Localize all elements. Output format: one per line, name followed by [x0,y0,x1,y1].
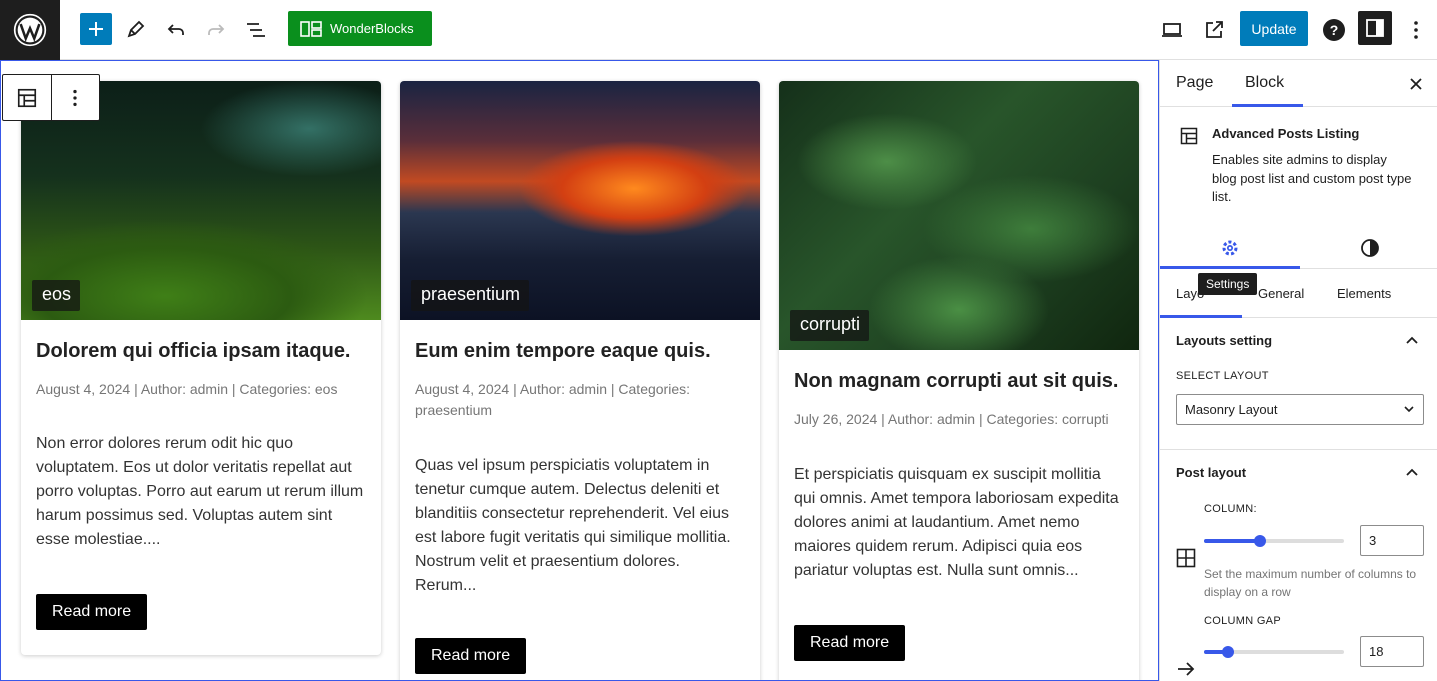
post-card: corrupti Non magnam corrupti aut sit qui… [779,81,1139,680]
wordpress-logo-icon[interactable] [0,0,60,60]
post-meta: July 26, 2024 | Author: admin | Categori… [794,411,1109,427]
styles-icon[interactable] [1358,236,1382,260]
block-inspector-tabs [1160,226,1437,269]
wonderblocks-button[interactable]: WonderBlocks [288,11,432,46]
post-meta: August 4, 2024 | Author: admin | Categor… [415,381,690,418]
close-icon[interactable] [1404,72,1428,96]
slider-thumb[interactable] [1254,535,1266,547]
block-options-button[interactable] [50,75,99,120]
wonderblocks-label: WonderBlocks [330,21,414,36]
external-view-icon [1206,21,1223,38]
column-gap-label: COLUMN GAP [1204,615,1281,627]
post-excerpt: Quas vel ipsum perspiciatis voluptatem i… [415,457,731,594]
sidebar-tabs: Page Block [1160,60,1437,107]
block-type-button[interactable] [3,75,51,120]
post-excerpt: Et perspiciatis quisquam ex suscipit mol… [794,466,1119,579]
active-tab-indicator [1232,104,1303,107]
active-tab-indicator [1160,266,1300,269]
posts-listing-icon [1180,127,1198,145]
post-meta: August 4, 2024 | Author: admin | Categor… [36,381,338,397]
layout-select[interactable]: Masonry Layout [1176,394,1424,425]
undo-button[interactable] [158,12,194,48]
chevron-down-icon [1404,406,1414,413]
redo-button[interactable] [198,12,234,48]
redo-icon [208,24,225,35]
document-overview-icon [247,23,265,37]
column-help-text: Set the maximum number of columns to dis… [1204,567,1417,599]
options-button[interactable] [1398,12,1434,48]
plus-icon [89,22,103,36]
editor-top-toolbar: WonderBlocks Update ? [0,0,1437,60]
sidebar-toggle-icon [1366,19,1384,37]
post-category-tag[interactable]: praesentium [411,280,530,311]
post-category-tag[interactable]: corrupti [790,310,870,341]
update-button[interactable]: Update [1240,11,1308,46]
tab-page[interactable]: Page [1176,74,1213,92]
post-title[interactable]: Non magnam corrupti aut sit quis. [794,369,1124,393]
tools-button[interactable] [117,12,153,48]
layout-select-value: Masonry Layout [1185,402,1278,417]
svg-text:?: ? [1330,22,1339,38]
select-layout-label: SELECT LAYOUT [1176,370,1269,382]
post-category-tag[interactable]: eos [32,280,81,311]
post-title[interactable]: Dolorem qui officia ipsam itaque. [36,339,366,363]
slider-fill [1204,539,1260,543]
post-layout-heading[interactable]: Post layout [1176,465,1246,480]
column-slider[interactable] [1204,535,1344,547]
column-count-input[interactable]: 3 [1360,525,1424,556]
post-title[interactable]: Eum enim tempore eaque quis. [415,339,745,363]
column-gap-input[interactable]: 18 [1360,636,1424,667]
chevron-up-icon[interactable] [1404,465,1420,481]
block-toolbar [2,74,100,121]
tab-block[interactable]: Block [1245,74,1284,92]
preview-button[interactable] [1154,12,1190,48]
post-excerpt: Non error dolores rerum odit hic quo vol… [36,435,364,548]
column-label: COLUMN: [1204,503,1257,515]
settings-sidebar: Page Block Advanced Posts Listing Enable… [1159,60,1437,681]
tab-elements[interactable]: Elements [1337,286,1391,301]
column-gap-slider[interactable] [1204,646,1344,658]
post-card: praesentium Eum enim tempore eaque quis.… [400,81,760,680]
divider [1160,449,1437,450]
block-title: Advanced Posts Listing [1212,126,1360,141]
read-more-button[interactable]: Read more [36,594,148,630]
editor-canvas: eos Dolorem qui officia ipsam itaque. Au… [0,60,1159,681]
arrow-right-icon [1178,662,1195,676]
chevron-up-icon[interactable] [1404,333,1420,349]
document-overview-button[interactable] [238,12,274,48]
add-block-button[interactable] [80,13,112,45]
wonderblocks-icon [300,20,322,37]
block-description: Enables site admins to display blog post… [1212,152,1412,204]
help-button[interactable]: ? [1316,12,1352,48]
post-image: corrupti [779,81,1139,350]
more-options-icon [73,89,78,106]
read-more-button[interactable]: Read more [415,638,527,674]
undo-icon [167,24,184,35]
read-more-button[interactable]: Read more [794,625,906,661]
settings-sidebar-toggle[interactable] [1358,11,1392,45]
view-post-button[interactable] [1196,12,1232,48]
gear-icon[interactable] [1218,236,1242,260]
layouts-setting-heading[interactable]: Layouts setting [1176,333,1272,348]
settings-tooltip: Settings [1198,273,1258,295]
more-options-icon [1414,21,1418,39]
post-card: eos Dolorem qui officia ipsam itaque. Au… [21,81,381,655]
desktop-preview-icon [1162,23,1182,37]
posts-listing-icon [17,88,37,107]
post-image: praesentium [400,81,760,320]
pencil-icon [127,20,145,38]
tab-general[interactable]: General [1258,286,1304,301]
columns-grid-icon [1176,548,1196,568]
help-icon: ? [1323,19,1345,41]
slider-thumb[interactable] [1222,646,1234,658]
active-tab-indicator [1160,315,1242,318]
